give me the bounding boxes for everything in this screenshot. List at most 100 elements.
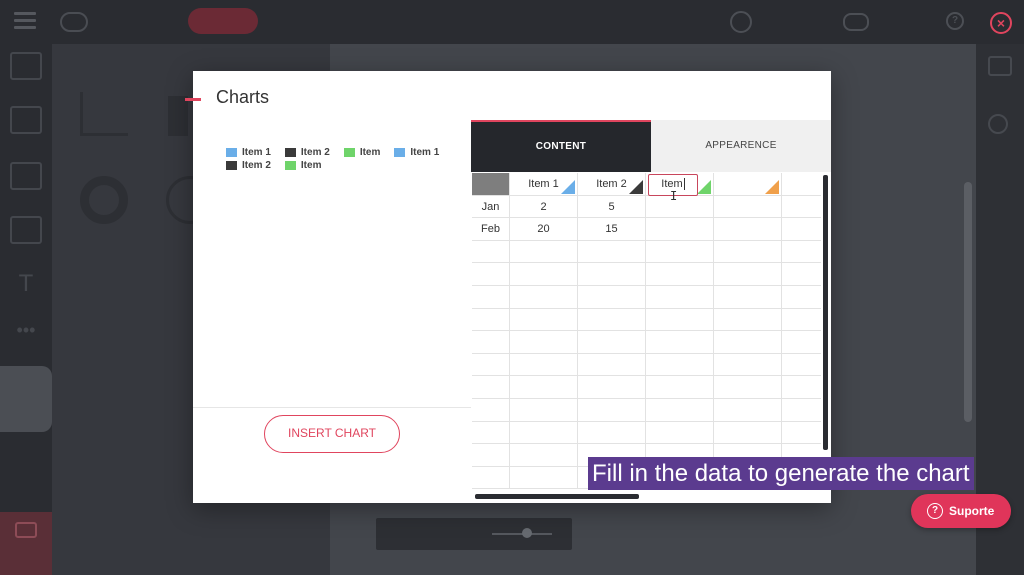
data-cell[interactable] [782,173,821,196]
line-chart-thumb[interactable] [80,92,128,136]
save-button[interactable] [188,8,258,34]
data-cell[interactable] [646,218,714,241]
series-color-marker[interactable] [629,179,643,194]
data-cell[interactable] [510,466,578,490]
text-icon[interactable]: T [10,270,42,298]
data-cell[interactable] [714,240,782,264]
row-label-cell[interactable] [472,353,510,377]
data-cell[interactable] [578,376,646,399]
data-cell[interactable] [578,263,646,286]
stage-scrollbar[interactable] [964,182,972,422]
row-label-cell[interactable] [472,444,510,467]
data-cell[interactable] [510,353,578,377]
zoom-knob[interactable] [522,528,532,538]
slides-icon[interactable] [988,56,1012,76]
sheet-vertical-scrollbar[interactable] [823,175,828,450]
data-cell[interactable] [510,286,578,309]
data-cell[interactable] [510,444,578,467]
sheet-horizontal-scrollbar[interactable] [475,494,639,499]
series-color-marker[interactable] [697,179,711,194]
data-cell[interactable] [646,399,714,422]
data-cell[interactable] [646,308,714,332]
menu-icon[interactable] [14,12,36,30]
row-label-cell[interactable] [472,399,510,422]
row-label-cell[interactable] [472,376,510,399]
data-cell[interactable] [782,331,821,354]
data-cell[interactable] [510,263,578,286]
support-chat[interactable] [0,512,52,575]
data-cell[interactable] [714,286,782,309]
support-button[interactable]: ? Suporte [911,494,1011,528]
data-cell[interactable] [714,263,782,286]
data-cell[interactable]: 15 [578,218,646,241]
data-cell[interactable] [714,331,782,354]
data-cell[interactable] [714,376,782,399]
cloud-icon[interactable] [10,162,42,190]
shapes-icon[interactable] [10,216,42,244]
row-label-cell[interactable] [472,308,510,332]
data-cell[interactable] [782,309,821,332]
data-cell[interactable] [510,240,578,264]
data-cell[interactable] [782,422,821,445]
present-button[interactable] [730,10,830,33]
data-cell[interactable] [782,354,821,377]
row-label-cell[interactable] [472,240,510,264]
tab-appearance[interactable]: APPEARENCE [651,120,831,172]
layout-icon[interactable] [10,106,42,134]
data-cell[interactable] [578,353,646,377]
column-header-cell[interactable] [714,173,782,196]
data-cell[interactable] [714,421,782,445]
row-label-cell[interactable]: Jan [472,195,510,219]
data-cell[interactable] [782,399,821,422]
data-cell[interactable] [714,353,782,377]
data-cell[interactable] [782,196,821,219]
row-label-cell[interactable] [472,466,510,490]
data-cell[interactable] [646,263,714,286]
row-label-cell[interactable] [472,421,510,445]
insert-chart-button[interactable]: INSERT CHART [264,415,400,453]
row-label-cell[interactable]: Feb [472,218,510,241]
close-icon[interactable]: × [990,12,1012,34]
data-cell[interactable] [578,308,646,332]
data-cell[interactable] [782,241,821,264]
data-cell[interactable] [646,240,714,264]
data-cell[interactable] [578,240,646,264]
row-label-cell[interactable] [472,331,510,354]
row-label-cell[interactable] [472,263,510,286]
data-cell[interactable] [714,308,782,332]
data-cell[interactable]: 5 [578,195,646,219]
data-cell[interactable] [646,331,714,354]
bar-chart-thumb[interactable] [168,96,188,136]
data-cell[interactable] [578,286,646,309]
data-cell[interactable] [782,218,821,241]
series-color-marker[interactable] [765,179,779,194]
data-cell[interactable]: 20 [510,218,578,241]
data-cell[interactable] [646,376,714,399]
settings-icon[interactable] [988,114,1008,134]
data-cell[interactable] [714,195,782,219]
data-cell[interactable] [578,331,646,354]
row-label-cell[interactable] [472,286,510,309]
data-cell[interactable] [510,399,578,422]
data-cell[interactable] [646,421,714,445]
column-header-cell[interactable]: Item 2 [578,173,646,196]
data-cell[interactable]: 2 [510,195,578,219]
data-cell[interactable] [782,286,821,309]
series-color-marker[interactable] [561,179,575,194]
data-cell[interactable] [714,218,782,241]
column-header-cell[interactable]: Item 1 [510,173,578,196]
folder-icon[interactable] [10,52,42,80]
tab-content[interactable]: CONTENT [471,120,651,172]
data-cell[interactable] [510,421,578,445]
data-cell[interactable] [578,421,646,445]
data-cell[interactable] [782,376,821,399]
data-cell[interactable] [578,399,646,422]
download-button[interactable] [843,10,933,32]
data-cell[interactable] [714,399,782,422]
data-cell[interactable] [646,286,714,309]
donut-chart-thumb[interactable] [80,176,128,224]
data-cell[interactable] [510,331,578,354]
more-icon[interactable]: ••• [10,320,42,348]
data-cell[interactable] [646,353,714,377]
help-icon[interactable]: ? [946,12,964,30]
